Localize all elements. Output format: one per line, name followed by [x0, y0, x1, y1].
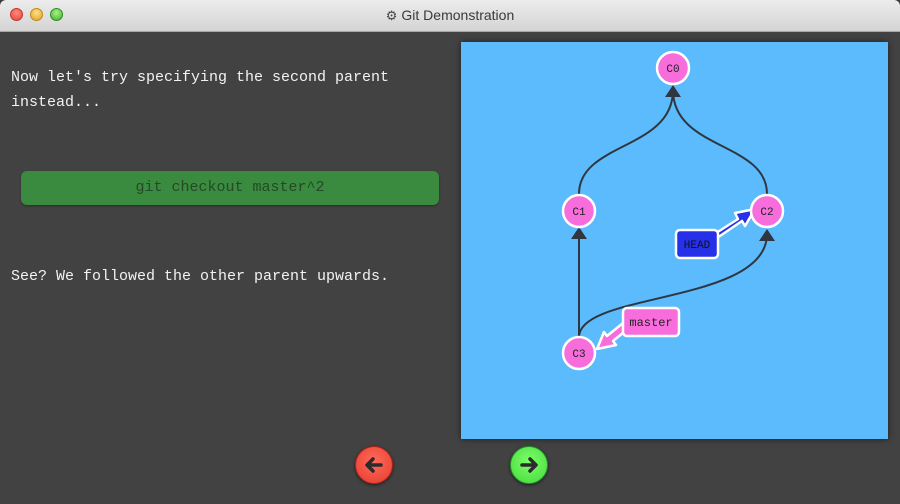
app-window: ⚙ Git Demonstration Now let's try specify… [0, 0, 900, 504]
head-label[interactable]: HEAD [674, 228, 720, 260]
master-branch-label[interactable]: master [621, 306, 681, 338]
next-step-button[interactable] [510, 446, 548, 484]
commit-c2[interactable]: C2 [749, 193, 785, 229]
commit-c1-label: C1 [572, 207, 586, 219]
master-branch-label-text: master [629, 316, 672, 330]
commit-c3[interactable]: C3 [561, 335, 597, 371]
edge-c1-c0 [578, 89, 674, 195]
edge-arrow-c2 [759, 229, 775, 241]
window-title-text: Git Demonstration [401, 7, 515, 23]
arrow-right-icon [520, 457, 538, 473]
title-bar: ⚙ Git Demonstration [0, 0, 900, 32]
edge-c2-c0 [672, 89, 768, 195]
commit-c3-label: C3 [572, 349, 585, 361]
edge-arrow-c1 [571, 227, 587, 239]
commit-c1[interactable]: C1 [561, 193, 597, 229]
gear-icon: ⚙ [385, 8, 398, 23]
commit-c0-label: C0 [666, 64, 679, 76]
edge-arrow-c0 [665, 85, 681, 97]
previous-step-button[interactable] [355, 446, 393, 484]
command-block[interactable]: git checkout master^2 [21, 171, 439, 205]
git-graph-panel: C0 C1 C2 C3 HEAD master [461, 42, 888, 439]
arrow-left-icon [365, 457, 383, 473]
window-title: ⚙ Git Demonstration [0, 7, 900, 24]
commit-c0[interactable]: C0 [655, 50, 691, 86]
git-graph: C0 C1 C2 C3 HEAD master [561, 50, 785, 371]
head-pointer-arrow [711, 207, 757, 240]
commit-c2-label: C2 [760, 207, 773, 219]
tutorial-pane: Now let's try specifying the second pare… [0, 32, 450, 504]
result-text: See? We followed the other parent upward… [11, 268, 390, 285]
intro-text: Now let's try specifying the second pare… [11, 69, 390, 111]
head-label-text: HEAD [684, 240, 711, 252]
